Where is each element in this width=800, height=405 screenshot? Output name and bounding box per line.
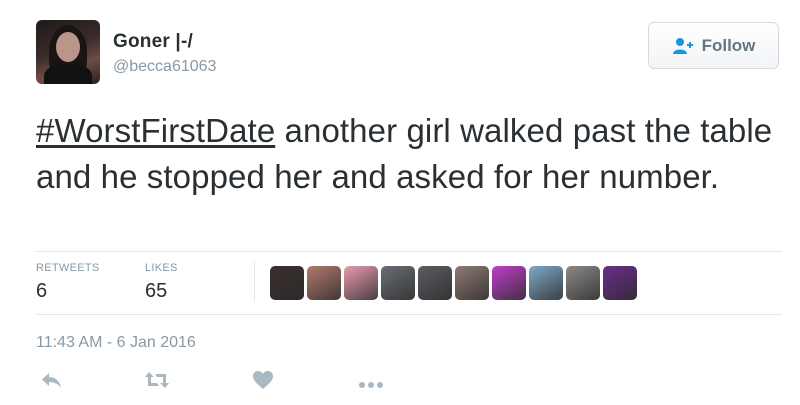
timestamp[interactable]: 11:43 AM - 6 Jan 2016: [36, 334, 196, 352]
retweets-label: RETWEETS: [36, 262, 100, 274]
more-icon[interactable]: [358, 376, 384, 394]
reply-icon[interactable]: [40, 370, 62, 395]
liker-avatar-1[interactable]: [270, 266, 304, 300]
hashtag-text: WorstFirstDate: [54, 112, 276, 149]
avatar-body: [44, 64, 92, 84]
likes-stat[interactable]: LIKES 65: [145, 262, 178, 303]
hashtag-link[interactable]: #WorstFirstDate: [36, 112, 275, 149]
retweets-count: 6: [36, 280, 48, 302]
likers-list: [270, 266, 637, 300]
user-avatar[interactable]: [36, 20, 100, 84]
likes-count: 65: [145, 280, 168, 302]
liker-avatar-7[interactable]: [492, 266, 526, 300]
divider-bottom: [36, 314, 782, 315]
stats-separator: [254, 262, 255, 302]
add-user-icon: [672, 37, 693, 54]
follow-label: Follow: [701, 35, 756, 55]
liker-avatar-2[interactable]: [307, 266, 341, 300]
tweet-text: #WorstFirstDate another girl walked past…: [36, 108, 776, 200]
liker-avatar-3[interactable]: [344, 266, 378, 300]
follow-button[interactable]: Follow: [648, 22, 779, 69]
liker-avatar-10[interactable]: [603, 266, 637, 300]
tweet-actions: [36, 370, 396, 400]
like-icon[interactable]: [252, 370, 274, 395]
avatar-face: [56, 32, 80, 62]
liker-avatar-4[interactable]: [381, 266, 415, 300]
divider-top: [36, 251, 782, 252]
likes-label: LIKES: [145, 262, 178, 274]
tweet-card: Goner |-/ @becca61063 Follow #WorstFirst…: [0, 0, 800, 405]
display-name[interactable]: Goner |-/: [113, 31, 193, 53]
liker-avatar-6[interactable]: [455, 266, 489, 300]
retweets-stat[interactable]: RETWEETS 6: [36, 262, 100, 303]
retweet-icon[interactable]: [144, 370, 170, 395]
liker-avatar-9[interactable]: [566, 266, 600, 300]
liker-avatar-5[interactable]: [418, 266, 452, 300]
liker-avatar-8[interactable]: [529, 266, 563, 300]
user-handle[interactable]: @becca61063: [113, 58, 216, 76]
